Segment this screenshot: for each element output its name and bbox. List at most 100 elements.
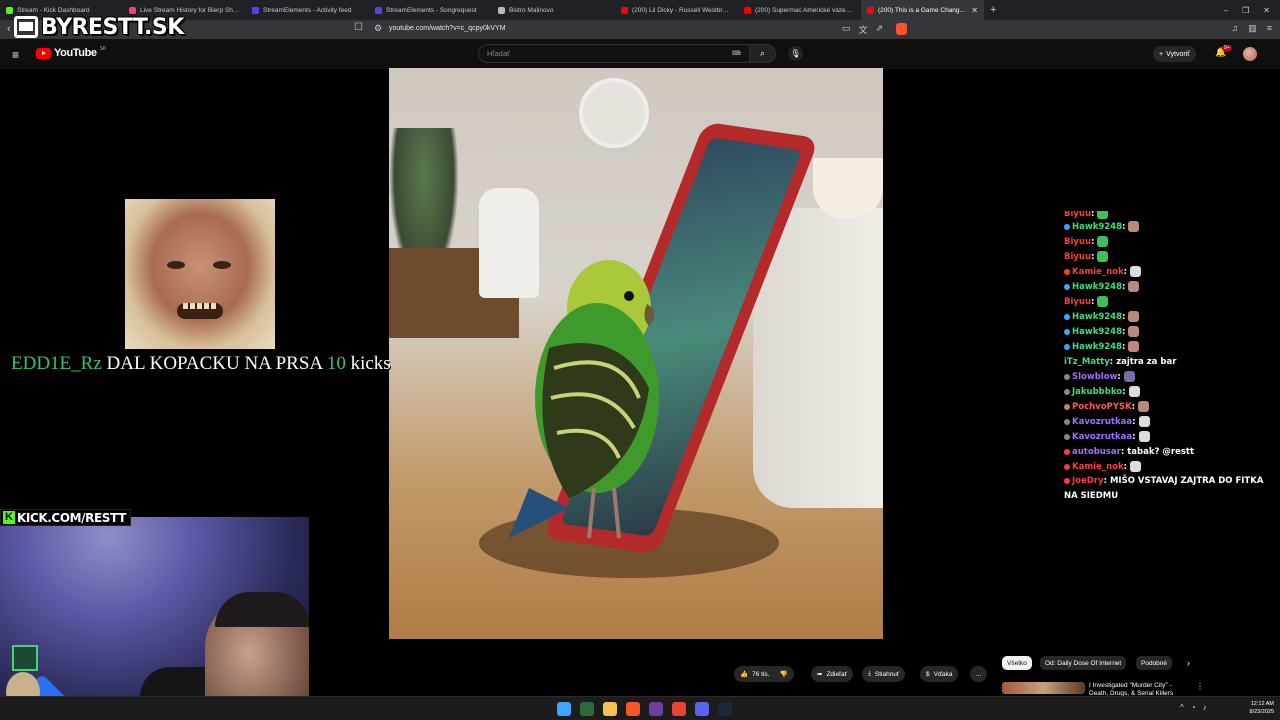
avatar[interactable] (1243, 47, 1257, 61)
download-button[interactable]: ⤓ Stiahnuť (862, 666, 906, 682)
video-player[interactable] (389, 68, 883, 639)
more-label: ... (976, 670, 982, 678)
close-window-icon[interactable]: ✕ (1263, 6, 1270, 15)
music-icon[interactable]: ♫ (1231, 23, 1238, 34)
translate-icon[interactable]: 文 (859, 23, 868, 36)
back-icon[interactable]: ‹ (7, 23, 11, 35)
chat-separator: : (1120, 446, 1125, 457)
steam-icon[interactable] (718, 702, 732, 716)
download-label: Stiahnuť (874, 670, 900, 678)
bookmark-icon[interactable]: ☐ (354, 22, 363, 33)
share-icon[interactable]: ⇗ (876, 23, 884, 36)
chat-emote-icon (1128, 326, 1140, 337)
chat-separator: : (1117, 371, 1121, 382)
chat-separator: : (1122, 311, 1126, 322)
browser-toolbar-right: ♫ ▥ ≡ (1231, 23, 1272, 34)
webcam-mug (12, 645, 38, 671)
chat-message: Slowblow: (1064, 369, 1264, 384)
tray-chevron-icon[interactable]: ^ (1180, 703, 1184, 712)
chat-message: Kavozrutkaa: (1064, 414, 1264, 429)
chrome-icon[interactable] (672, 702, 686, 716)
new-tab-button[interactable]: + (984, 4, 1002, 16)
chip-similar[interactable]: Podobné (1136, 656, 1173, 670)
chat-separator: : (1132, 416, 1136, 427)
chips-next-icon[interactable]: › (1187, 658, 1190, 668)
plus-icon: + (1159, 50, 1164, 58)
keyboard-icon[interactable]: ⌨ (732, 50, 741, 57)
recommendation-menu-icon[interactable]: ⋮ (1196, 682, 1204, 691)
tab-close-icon[interactable]: ✕ (971, 6, 978, 15)
terminal-icon[interactable] (580, 702, 594, 716)
microphone-icon[interactable]: 🎙 (788, 46, 803, 61)
share-button[interactable]: ➦ Zdieľať (811, 666, 854, 682)
chip-from-channel[interactable]: Od: Daily Dose Of Internet (1040, 656, 1127, 670)
browser-tab[interactable]: (200) Lil Dicky - Russell Westbrook O... (615, 0, 738, 20)
chat-username: iTz_Matty (1064, 356, 1110, 367)
more-actions-button[interactable]: ... (970, 666, 988, 682)
chat-username: autobusar (1072, 446, 1121, 457)
chat-separator: : (1122, 221, 1126, 232)
create-button[interactable]: + Vytvoriť (1153, 46, 1196, 62)
browser-tab[interactable]: StreamElements - Songrequest (369, 0, 492, 20)
discord-icon[interactable] (695, 702, 709, 716)
search-input[interactable]: Hľadať (487, 49, 510, 58)
chat-badge-icon (1064, 418, 1070, 425)
search-icon: ⌕ (759, 48, 766, 58)
chat-emote-icon (1123, 371, 1135, 382)
chat-emote-icon (1097, 236, 1109, 247)
thanks-button[interactable]: $ Vďaka (920, 666, 959, 682)
chat-username: Jakubbbko (1072, 386, 1123, 397)
chat-separator: : (1109, 356, 1114, 367)
windows-start-icon[interactable] (557, 702, 571, 716)
chat-separator: : (1091, 236, 1095, 247)
chat-message: Biyuu: (1064, 249, 1264, 264)
download-icon: ⤓ (868, 670, 871, 677)
recommendation-thumbnail[interactable] (1002, 682, 1085, 694)
hamburger-menu-icon[interactable]: ≡ (12, 48, 19, 62)
kick-url-label: K KICK.COM/RESTT (0, 509, 131, 526)
volume-icon[interactable]: ♪ (1203, 703, 1207, 712)
url-field[interactable]: youtube.com/watch?v=c_qcpy0kVYM (389, 25, 506, 32)
chat-emote-icon (1138, 401, 1150, 412)
chat-username: Slowblow (1072, 371, 1118, 382)
share-arrow-icon: ➦ (817, 671, 823, 678)
app-icon[interactable] (649, 702, 663, 716)
chat-badge-icon (1064, 268, 1070, 275)
cast-icon[interactable]: ▭ (842, 23, 851, 36)
thumbs-down-icon[interactable]: 👎 (779, 670, 787, 678)
browser-tab[interactable]: StreamElements - Activity feed (246, 0, 369, 20)
file-explorer-icon[interactable] (603, 702, 617, 716)
chat-username: Kavozrutkaa (1072, 416, 1133, 427)
wifi-icon[interactable]: ◔ (1191, 703, 1196, 712)
chip-all[interactable]: Všetko (1002, 656, 1032, 670)
share-group: ➦ Zdieľať (811, 666, 854, 682)
chat-username: Kamie_nok (1072, 461, 1124, 472)
chat-badge-icon (1064, 328, 1070, 335)
chat-message: Kavozrutkaa: (1064, 429, 1264, 444)
sidebar-icon[interactable]: ▥ (1248, 23, 1257, 34)
chat-badge-icon (1064, 373, 1070, 380)
tab-label: (200) Supermac Americké vázenské ... (755, 6, 855, 14)
brave-shields-icon[interactable] (896, 23, 907, 35)
address-bar: ‹ ☐ ⚙ youtube.com/watch?v=c_qcpy0kVYM ▭ … (0, 20, 1280, 39)
browser-tab[interactable]: Bistro Malinovo (492, 0, 615, 20)
browser-tab[interactable]: (200) This is a Game Change... ✕ (861, 0, 984, 20)
site-info-icon[interactable]: ⚙ (374, 23, 382, 34)
search-button[interactable]: ⌕ (749, 44, 776, 63)
chat-separator: : (1103, 476, 1107, 486)
restore-icon[interactable]: ❐ (1242, 6, 1249, 15)
like-button[interactable]: 👍 76 tis. 👎 (734, 666, 794, 682)
brave-icon[interactable] (626, 702, 640, 716)
search-box[interactable]: Hľadať ⌨ ⌕ (478, 44, 776, 63)
chat-username: Kamie_nok (1072, 266, 1124, 277)
webcam-feed (0, 517, 309, 720)
menu-icon[interactable]: ≡ (1267, 23, 1272, 34)
create-label: Vytvoriť (1166, 50, 1190, 58)
chat-separator: : (1123, 266, 1128, 277)
thanks-icon: $ (926, 670, 930, 678)
browser-tab[interactable]: (200) Supermac Americké vázenské ... (738, 0, 861, 20)
minimize-icon[interactable]: – (1224, 6, 1228, 15)
system-clock[interactable]: 12:12 AM 8/23/2025 (1240, 700, 1274, 716)
youtube-logo[interactable]: YouTube SK (36, 46, 106, 59)
chat-separator: : (1091, 251, 1095, 262)
